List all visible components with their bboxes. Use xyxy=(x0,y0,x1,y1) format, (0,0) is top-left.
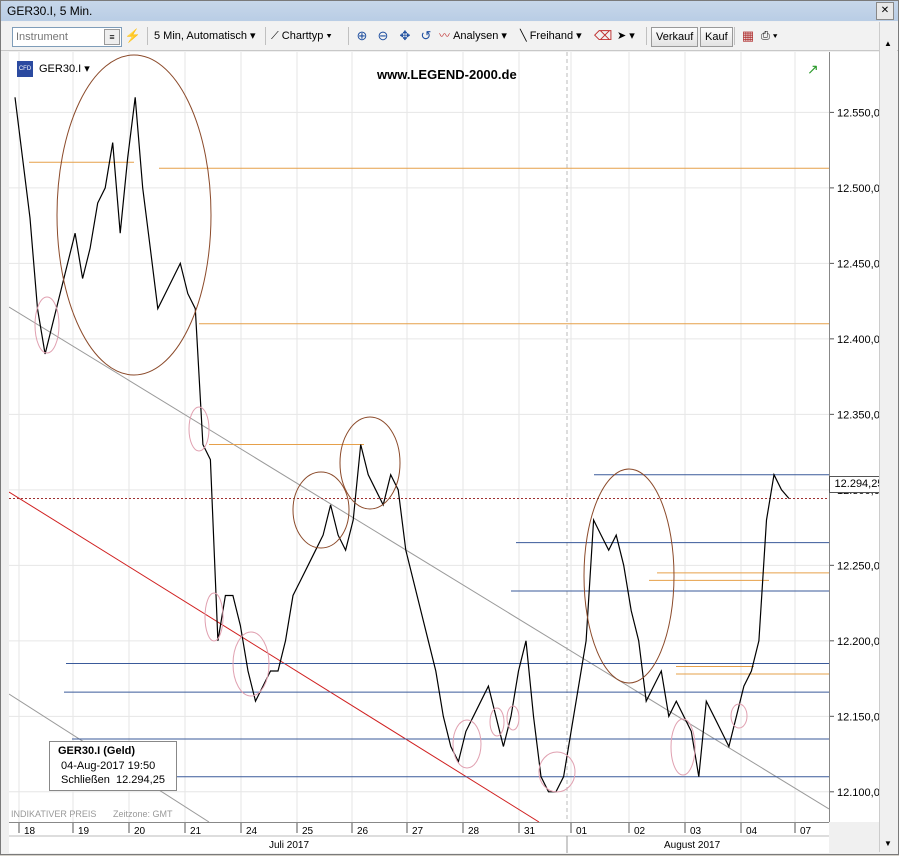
info-close-label: Schließen xyxy=(61,774,110,786)
symbol-name: GER30.I xyxy=(39,63,82,75)
timezone-note: Zeitzone: GMT xyxy=(113,809,173,819)
interval-label: 5 Min, Automatisch xyxy=(154,30,247,42)
analysis-ellipse xyxy=(339,416,401,510)
x-month-label: Juli 2017 xyxy=(269,840,309,851)
scroll-up-icon[interactable]: ▲ xyxy=(882,38,894,50)
x-tick-label: 02 xyxy=(634,826,646,837)
print-dropdown[interactable]: ⎙ ▾ xyxy=(761,26,778,46)
symbol-label[interactable]: GER30.I ▾ xyxy=(39,62,90,75)
watermark: www.LEGEND-2000.de xyxy=(377,67,517,82)
indicator-icon[interactable]: ⚡ xyxy=(124,27,142,45)
print-icon: ⎙ xyxy=(761,30,770,42)
price-series-line xyxy=(14,97,790,793)
analysen-dropdown[interactable]: 〰 Analysen ▾ xyxy=(439,26,507,46)
chart-window: GER30.I, 5 Min. ✕ ≡ ⚡ 5 Min, Automatisch… xyxy=(0,0,899,855)
x-tick-label: 04 xyxy=(746,826,758,837)
marker-ellipse xyxy=(538,751,576,793)
x-axis[interactable]: 18 19 20 21 24 25 26 27 28 31 01 02 03 04 07 Juli 2017 A… xyxy=(9,822,829,853)
marker-ellipse xyxy=(670,718,696,776)
close-icon[interactable]: ✕ xyxy=(876,2,894,20)
charttype-dropdown[interactable]: ⟋ Charttyp ▾ xyxy=(271,26,332,46)
toolbar-divider xyxy=(265,27,266,45)
chevron-down-icon: ▾ xyxy=(326,30,332,42)
interval-dropdown[interactable]: 5 Min, Automatisch ▾ xyxy=(154,26,256,46)
marker-ellipse xyxy=(232,631,270,697)
fit-icon[interactable]: ✥ xyxy=(396,27,414,45)
zoom-in-icon[interactable]: ⊕ xyxy=(353,27,371,45)
cursor-icon: ➤ xyxy=(617,30,627,42)
instrument-input[interactable] xyxy=(13,28,105,46)
line-chart-icon: ⟋ xyxy=(271,30,279,42)
marker-ellipse xyxy=(452,719,482,769)
vertical-scrollbar[interactable]: ▲ ▼ xyxy=(879,22,897,852)
cfd-symbol-icon: CFD xyxy=(17,61,33,77)
marker-ellipse xyxy=(204,592,224,642)
title-bar: GER30.I, 5 Min. ✕ xyxy=(1,1,898,21)
freihand-label: Freihand xyxy=(529,30,574,42)
toolbar-divider xyxy=(646,27,647,45)
info-title: GER30.I (Geld) xyxy=(58,745,136,757)
charttype-label: Charttyp xyxy=(281,30,324,42)
x-axis-svg: 18 19 20 21 24 25 26 27 28 31 01 02 03 04 07 Juli 2017 A… xyxy=(9,823,829,853)
marker-ellipse xyxy=(506,705,520,731)
analysis-icon: 〰 xyxy=(439,30,450,42)
analysen-label: Analysen xyxy=(453,30,499,42)
x-tick-label: 07 xyxy=(800,826,812,837)
pen-line-icon: ╲ xyxy=(520,30,527,42)
chevron-down-icon: ▾ xyxy=(772,30,778,42)
x-tick-label: 20 xyxy=(134,826,146,837)
undo-icon[interactable]: ↺ xyxy=(417,27,435,45)
info-close-value: 12.294,25 xyxy=(116,774,165,786)
y-axis-svg: 12.100,0012.150,0012.200,0012.250,0012.3… xyxy=(830,107,886,799)
indicative-price-note: INDIKATIVER PREIS xyxy=(11,809,97,819)
verkauf-button[interactable]: Verkauf xyxy=(651,27,699,47)
chart-svg xyxy=(8,52,830,823)
chevron-down-icon: ▾ xyxy=(576,30,582,42)
kauf-button[interactable]: Kauf xyxy=(700,27,733,47)
chevron-down-icon: ▾ xyxy=(629,30,635,42)
x-tick-label: 31 xyxy=(524,826,536,837)
chart-plot-area[interactable] xyxy=(8,52,830,823)
toolbar: ≡ ⚡ 5 Min, Automatisch ▾ ⟋ Charttyp ▾ ⊕ … xyxy=(1,22,898,51)
scroll-down-icon[interactable]: ▼ xyxy=(882,838,894,850)
x-tick-label: 28 xyxy=(468,826,480,837)
x-month-label: August 2017 xyxy=(664,840,721,851)
chart-settings-icon[interactable]: ▦ xyxy=(739,27,757,45)
marker-ellipse xyxy=(188,406,210,452)
toolbar-divider xyxy=(734,27,735,45)
chevron-down-icon: ▾ xyxy=(84,63,90,75)
trend-up-icon: ↗ xyxy=(807,61,819,77)
instrument-field[interactable]: ≡ xyxy=(12,27,122,47)
x-tick-label: 26 xyxy=(357,826,369,837)
x-tick-label: 24 xyxy=(246,826,258,837)
chevron-down-icon: ▾ xyxy=(501,30,507,42)
y-axis[interactable]: 12.100,00 12.150,00 12.200,00 12.250,00 12.3… xyxy=(829,52,886,822)
window-title: GER30.I, 5 Min. xyxy=(7,4,93,18)
instrument-list-icon[interactable]: ≡ xyxy=(104,29,120,45)
x-tick-label: 19 xyxy=(78,826,90,837)
chevron-down-icon: ▾ xyxy=(250,30,256,42)
zoom-out-icon[interactable]: ⊖ xyxy=(374,27,392,45)
x-tick-label: 27 xyxy=(412,826,424,837)
x-tick-label: 21 xyxy=(190,826,202,837)
x-tick-label: 01 xyxy=(576,826,588,837)
x-tick-label: 03 xyxy=(690,826,702,837)
pointer-dropdown[interactable]: ➤ ▾ xyxy=(617,26,635,46)
x-tick-label: 25 xyxy=(302,826,314,837)
freihand-dropdown[interactable]: ╲ Freihand ▾ xyxy=(520,26,582,46)
info-box: GER30.I (Geld) 04-Aug-2017 19:50 Schließ… xyxy=(49,741,177,791)
toolbar-divider xyxy=(147,27,148,45)
eraser-icon[interactable]: ⌫ xyxy=(594,27,612,45)
toolbar-divider xyxy=(348,27,349,45)
gray-trendline xyxy=(8,306,830,810)
info-datetime: 04-Aug-2017 19:50 xyxy=(61,760,156,772)
x-tick-label: 18 xyxy=(24,826,36,837)
